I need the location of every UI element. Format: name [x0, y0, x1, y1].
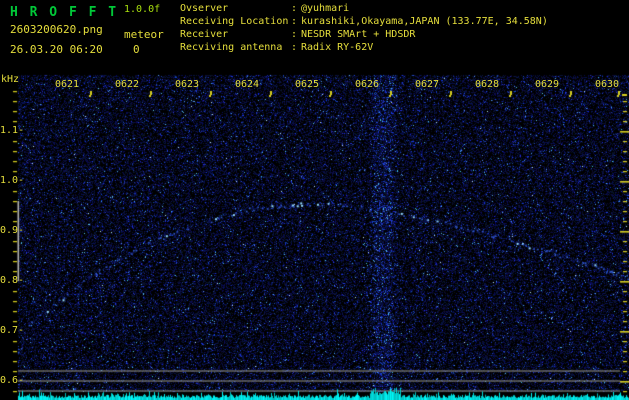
time-tick-label: 0622 — [115, 79, 139, 91]
freq-axis-labels: 1.1- 1.0- 0.9- 0.8- 0.7- 0.6- — [0, 0, 30, 400]
time-tick-label: 0625 — [295, 79, 319, 91]
time-tick-label: 0629 — [535, 79, 559, 91]
freq-tick-label: 0.8- — [0, 275, 24, 287]
time-tick-label: 0627 — [415, 79, 439, 91]
info-lab: Receiver — [180, 29, 228, 40]
time-tick-label: 0626 — [355, 79, 379, 91]
info-lab: Recviving antenna — [180, 42, 282, 53]
time-tick-label: 0630 — [595, 79, 619, 91]
hrofft-output-screen: H R O F F T 1.0.0f 2603200620.png meteor… — [0, 0, 629, 400]
time-axis-labels: 0621062206230624062506260627062806290630 — [0, 0, 629, 20]
freq-tick-label: 0.9- — [0, 225, 24, 237]
time-tick-label: 0624 — [235, 79, 259, 91]
freq-tick-label: 0.7- — [0, 325, 24, 337]
freq-tick-label: 1.1- — [0, 125, 24, 137]
time-tick-label: 0628 — [475, 79, 499, 91]
spectrogram-canvas — [0, 0, 629, 400]
freq-tick-label: 1.0- — [0, 175, 24, 187]
info-val: Radix RY-62V — [301, 42, 373, 53]
info-col: : — [291, 29, 297, 40]
time-tick-label: 0621 — [55, 79, 79, 91]
info-val: NESDR SMArt + HDSDR — [301, 29, 415, 40]
freq-tick-label: 0.6- — [0, 375, 24, 387]
time-tick-label: 0623 — [175, 79, 199, 91]
info-col: : — [291, 42, 297, 53]
